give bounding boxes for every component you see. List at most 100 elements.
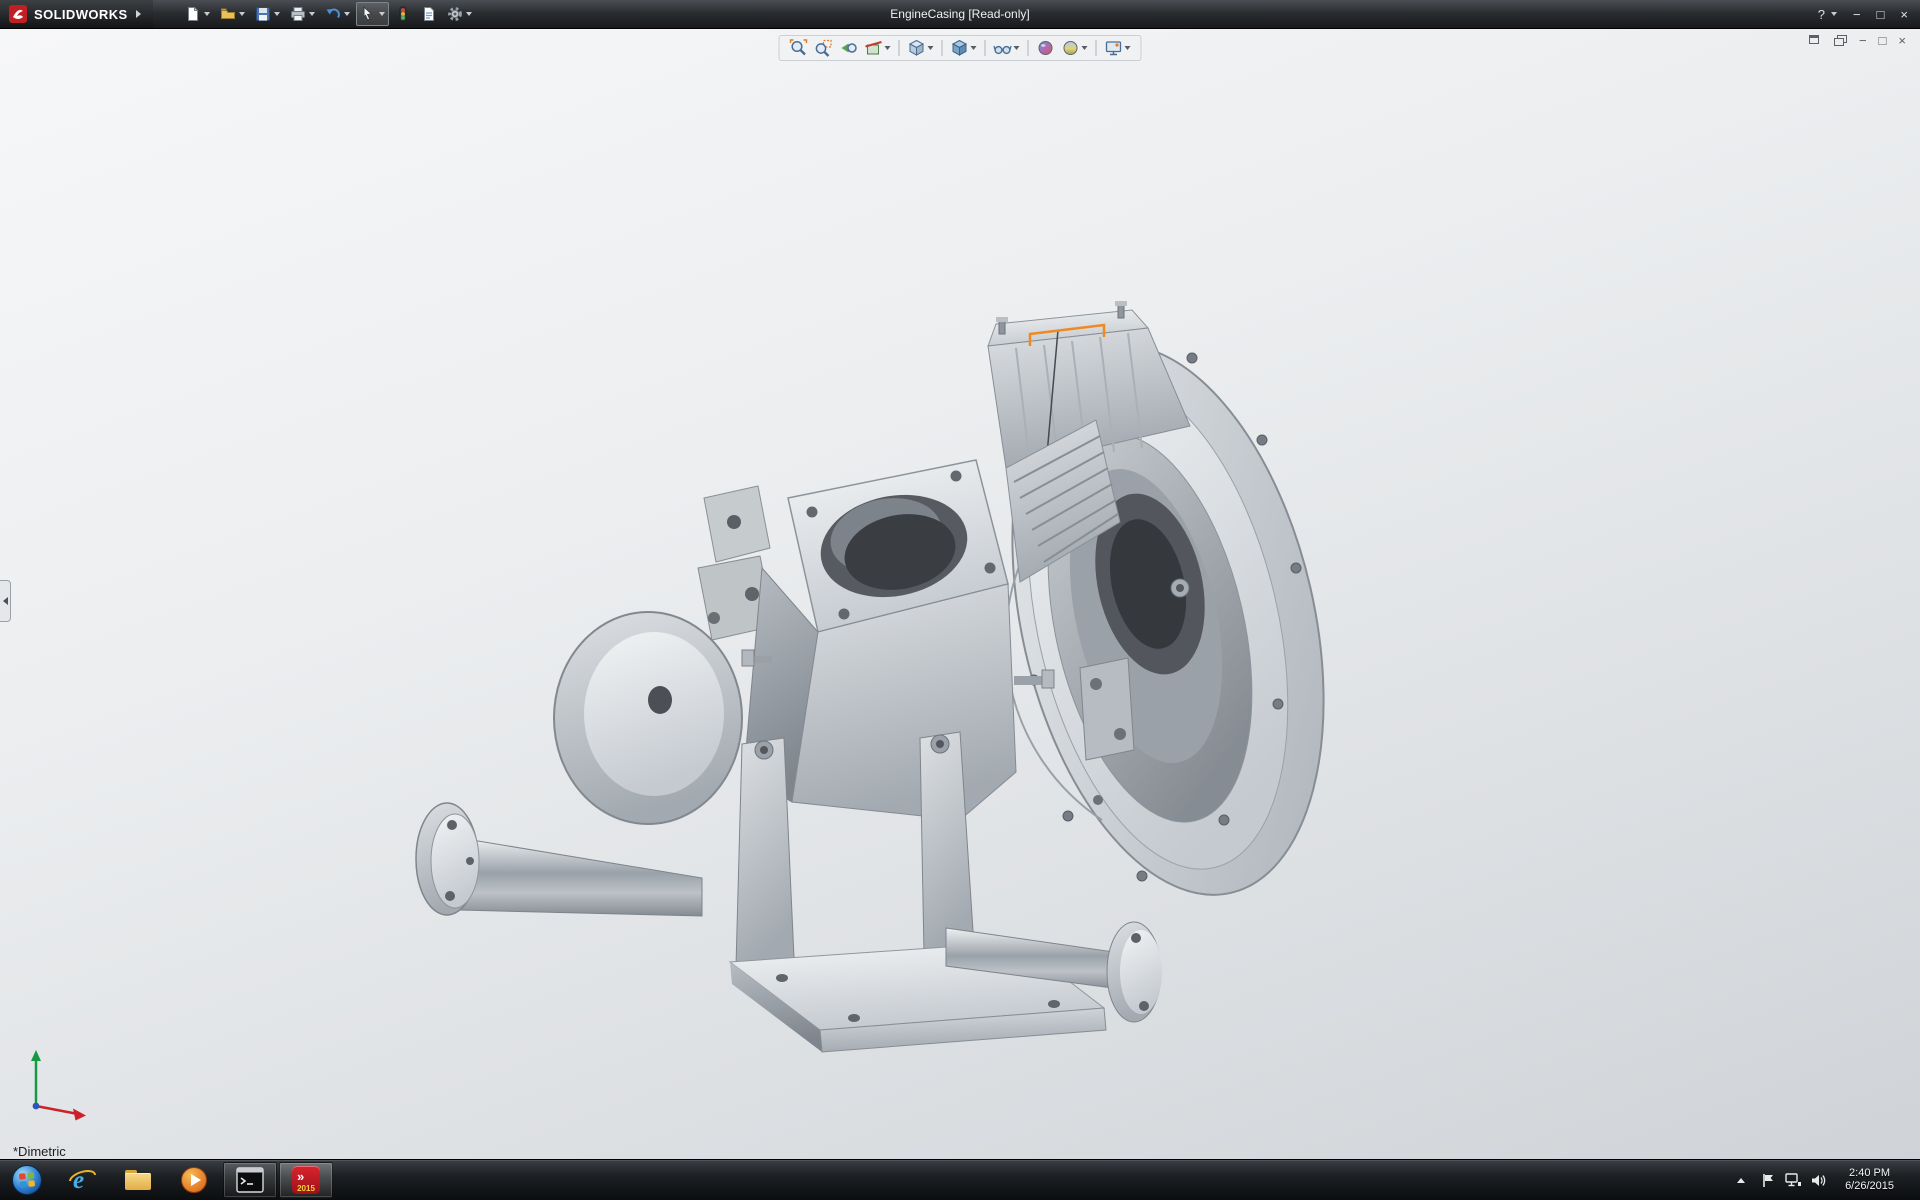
toolbar-separator [985,40,986,56]
chevron-down-icon[interactable] [1082,46,1088,50]
chevron-left-icon [3,597,8,605]
toolbar-separator [1096,40,1097,56]
section-view-button[interactable] [862,38,894,58]
chevron-down-icon[interactable] [239,12,245,16]
open-folder-icon [220,6,236,22]
doc-restore-button[interactable]: □ [1879,34,1887,47]
menu-expand-icon[interactable] [136,10,141,18]
minimize-button[interactable]: − [1853,8,1861,21]
chevron-up-icon [1737,1178,1745,1183]
taskbar-item-solidworks-2015[interactable]: » 2015 [279,1162,333,1198]
close-button[interactable]: × [1900,8,1908,21]
internet-explorer-icon: e [67,1165,97,1195]
rebuild-traffic-light-icon [395,6,411,22]
x-axis-arrow [73,1109,86,1121]
taskbar-item-command-prompt[interactable] [223,1162,277,1198]
zoom-to-area-button[interactable] [812,38,836,58]
options-button[interactable] [443,2,476,26]
tray-icons [1753,1173,1835,1188]
file-properties-button[interactable] [417,2,441,26]
previous-view-button[interactable] [837,38,861,58]
view-orientation-cube-icon [908,39,926,57]
taskbar-item-media-player[interactable] [167,1162,221,1198]
previous-view-icon [840,39,858,57]
solidworks-menu[interactable]: SOLIDWORKS [0,0,153,28]
display-style-button[interactable] [948,38,980,58]
help-icon: ? [1818,8,1825,21]
view-orientation-button[interactable] [905,38,937,58]
maximize-button[interactable]: □ [1877,8,1885,21]
chevron-down-icon[interactable] [1831,12,1837,16]
chevron-down-icon[interactable] [379,12,385,16]
cascade-windows-icon[interactable] [1834,35,1847,47]
network-status-icon[interactable] [1785,1173,1802,1188]
clock-time: 2:40 PM [1849,1167,1890,1180]
side-cover-disc-part[interactable] [554,612,742,824]
chevron-down-icon[interactable] [309,12,315,16]
zoom-to-fit-icon [790,39,808,57]
toolbar-separator [1028,40,1029,56]
system-tray: 2:40 PM 6/26/2015 [1729,1160,1920,1200]
windows-taskbar: e » 2015 [0,1159,1920,1200]
rebuild-button[interactable] [391,2,415,26]
new-document-button[interactable] [181,2,214,26]
print-icon [290,6,306,22]
display-style-icon [951,39,969,57]
document-window-controls: − □ × [1809,34,1906,47]
window-controls: ? − □ × [1818,8,1920,21]
doc-close-button[interactable]: × [1898,34,1906,47]
apply-scene-button[interactable] [1059,38,1091,58]
window-title: EngineCasing [Read-only] [890,7,1029,21]
view-settings-button[interactable] [1102,38,1134,58]
chevron-down-icon[interactable] [1014,46,1020,50]
zoom-to-area-icon [815,39,833,57]
engine-casing-model[interactable] [0,28,1920,1160]
featuremanager-collapsed-tab[interactable] [0,580,11,622]
view-settings-icon [1105,39,1123,57]
graphics-viewport[interactable]: − □ × *Dimetric [0,28,1920,1160]
taskbar-item-internet-explorer[interactable]: e [55,1162,109,1198]
chevron-down-icon[interactable] [928,46,934,50]
solidworks-glyph: » [297,1170,303,1183]
start-button[interactable] [0,1160,54,1200]
options-gear-icon [447,6,463,22]
new-document-icon [185,6,201,22]
titlebar: SOLIDWORKS [0,0,1920,29]
action-center-flag-icon[interactable] [1761,1173,1776,1188]
edit-appearance-button[interactable] [1034,38,1058,58]
appearance-ball-icon [1037,39,1055,57]
solidworks-logo-icon [8,4,28,24]
print-button[interactable] [286,2,319,26]
select-button[interactable] [356,2,389,26]
undo-button[interactable] [321,2,354,26]
chevron-down-icon[interactable] [204,12,210,16]
zoom-to-fit-button[interactable] [787,38,811,58]
save-button[interactable] [251,2,284,26]
solidworks-app-icon: » 2015 [292,1166,320,1194]
chevron-down-icon[interactable] [344,12,350,16]
toolbar-separator [899,40,900,56]
command-prompt-icon [236,1167,264,1193]
doc-minimize-button[interactable]: − [1859,34,1867,47]
toolbar-separator [942,40,943,56]
chevron-down-icon[interactable] [971,46,977,50]
help-button[interactable]: ? [1818,8,1837,21]
orientation-triad [20,1044,100,1126]
taskbar-clock[interactable]: 2:40 PM 6/26/2015 [1835,1167,1904,1193]
open-button[interactable] [216,2,249,26]
heads-up-view-toolbar [779,35,1142,61]
main-toolbar [181,2,476,26]
file-properties-icon [421,6,437,22]
chevron-down-icon[interactable] [466,12,472,16]
taskbar-item-windows-explorer[interactable] [111,1162,165,1198]
show-hidden-icons-button[interactable] [1729,1178,1753,1183]
chevron-down-icon[interactable] [885,46,891,50]
folder-icon [125,1170,151,1190]
hide-show-items-button[interactable] [991,38,1023,58]
chevron-down-icon[interactable] [274,12,280,16]
y-axis-arrow [31,1050,41,1061]
section-view-icon [865,39,883,57]
chevron-down-icon[interactable] [1125,46,1131,50]
volume-speaker-icon[interactable] [1811,1173,1827,1188]
new-window-icon[interactable] [1809,35,1822,47]
